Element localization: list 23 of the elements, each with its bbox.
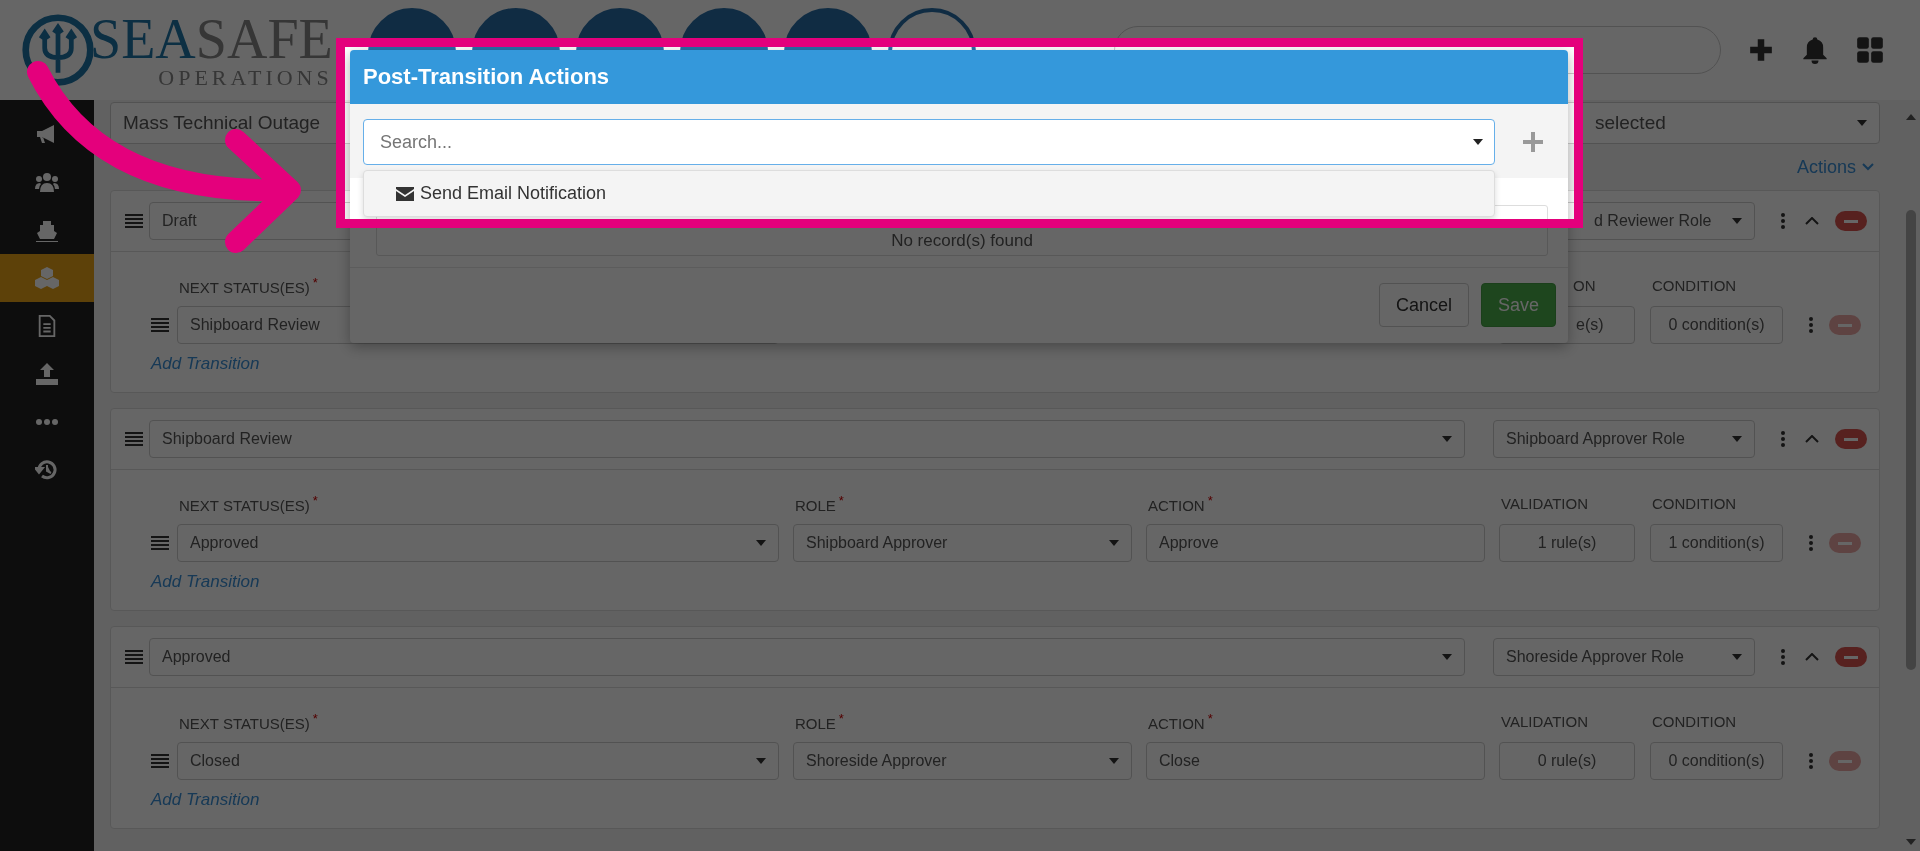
field-label: ROLE — [795, 496, 836, 514]
field-label: VALIDATION — [1501, 494, 1588, 512]
required-mark: * — [838, 710, 844, 726]
required-mark: * — [312, 274, 318, 290]
field-label: ACTION — [1148, 496, 1205, 514]
field-label: NEXT STATUS(ES) — [179, 714, 310, 732]
required-mark: * — [838, 492, 844, 508]
field-label: CONDITION — [1652, 276, 1737, 294]
required-mark: * — [1207, 710, 1213, 726]
required-mark: * — [312, 492, 318, 508]
field-label: ROLE — [795, 714, 836, 732]
field-label: VALIDATION — [1501, 712, 1588, 730]
empty-message: No record(s) found — [891, 231, 1033, 251]
field-label: NEXT STATUS(ES) — [179, 278, 310, 296]
field-label: ON — [1573, 276, 1596, 294]
field-label: CONDITION — [1652, 712, 1737, 730]
modal-title: Post-Transition Actions — [363, 64, 610, 90]
logo-brand-text: SEA — [90, 8, 196, 70]
field-label: ACTION — [1148, 714, 1205, 732]
required-mark: * — [312, 710, 318, 726]
field-label: CONDITION — [1652, 494, 1737, 512]
field-label: NEXT STATUS(ES) — [179, 496, 310, 514]
required-mark: * — [1207, 492, 1213, 508]
